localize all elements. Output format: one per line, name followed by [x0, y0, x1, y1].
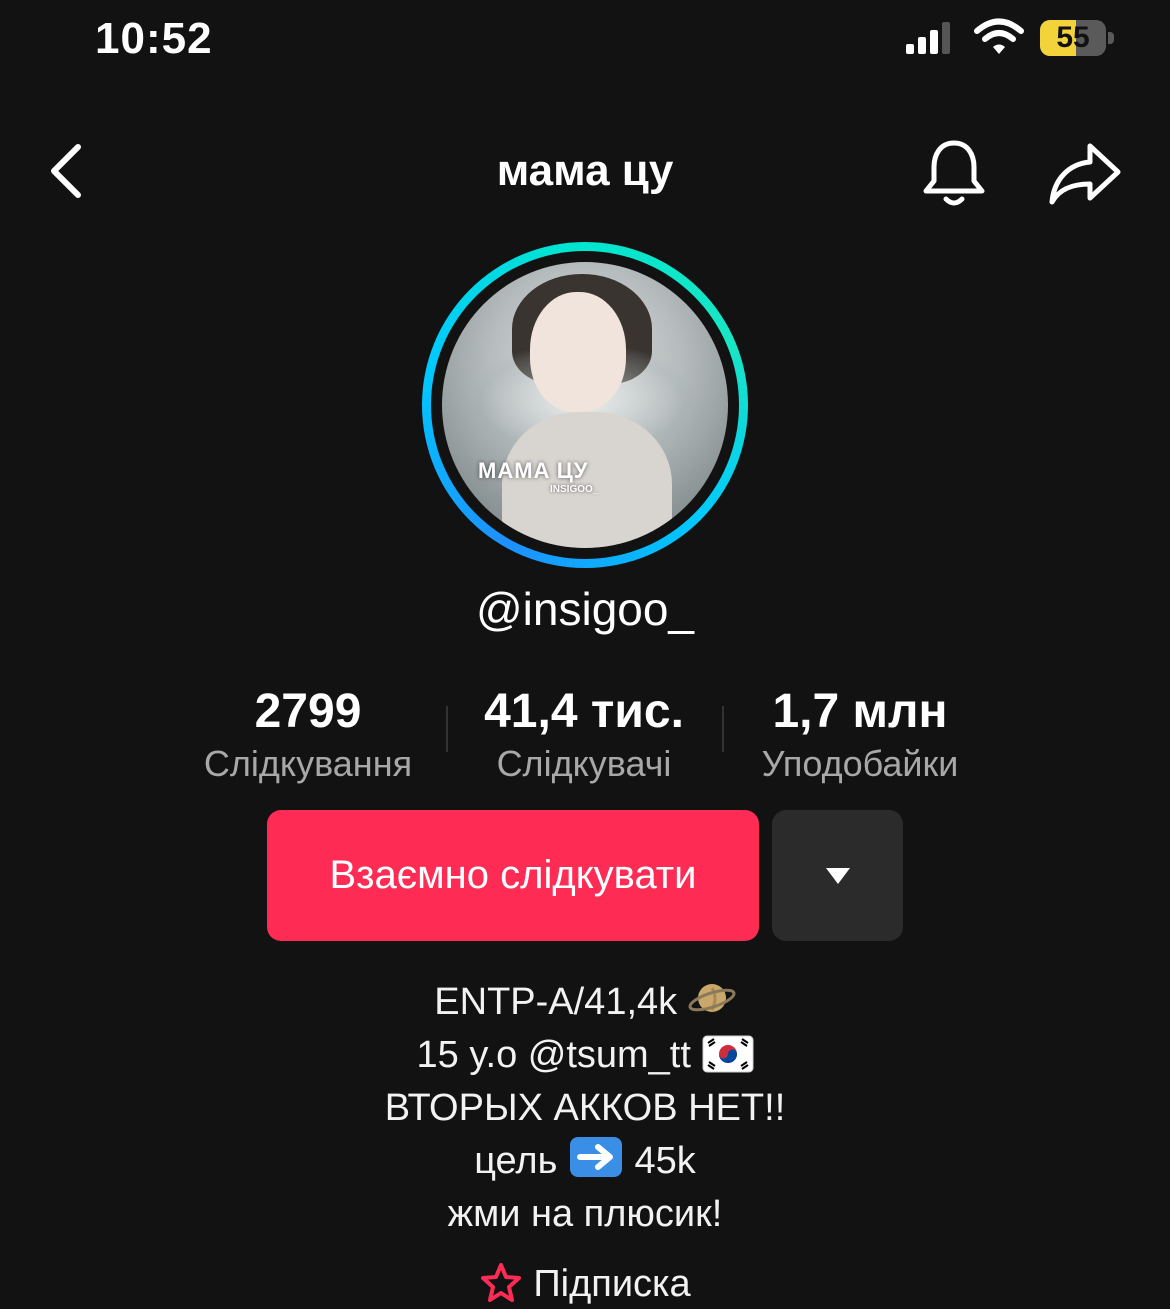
avatar-image: MAMA ЦУ INSIGOO_ — [442, 262, 728, 548]
planet-icon — [688, 984, 736, 1012]
subscription-link[interactable]: Підписка — [0, 1262, 1170, 1306]
profile-bio: ENTP-A/41,4k 15 y.o @tsum_tt ВТОРЫХ АККО… — [0, 976, 1170, 1241]
stat-likes-value: 1,7 млн — [772, 685, 948, 738]
stat-followers-label: Слідкувачі — [496, 743, 672, 784]
cellular-signal-icon — [906, 22, 950, 54]
avatar-overlay-title: MAMA ЦУ — [478, 458, 589, 483]
bio-line-2: 15 y.o @tsum_tt — [416, 1034, 691, 1076]
profile-handle: @insigoo_ — [475, 583, 695, 635]
bio-line-3: ВТОРЫХ АККОВ НЕТ!! — [384, 1087, 786, 1129]
korea-flag-icon — [702, 1035, 753, 1073]
stat-following-label: Слідкування — [203, 743, 413, 784]
status-time: 10:52 — [95, 14, 213, 63]
stat-following-value: 2799 — [254, 685, 362, 738]
avatar[interactable]: MAMA ЦУ INSIGOO_ — [422, 242, 748, 568]
subscription-label: Підписка — [533, 1263, 691, 1305]
wifi-icon — [974, 18, 1024, 54]
bio-line-5: жми на плюсик! — [447, 1193, 723, 1235]
bell-icon[interactable] — [920, 137, 988, 207]
bio-line-4-prefix: цель — [474, 1140, 558, 1182]
battery-percent: 55 — [1056, 21, 1090, 54]
star-icon — [481, 1263, 522, 1302]
share-icon[interactable] — [1048, 140, 1122, 206]
suggestions-dropdown-button[interactable] — [772, 810, 903, 941]
stat-likes[interactable]: 1,7 млн Уподобайки — [710, 684, 1010, 785]
battery-indicator: 55 — [1040, 20, 1116, 58]
bio-line-1: ENTP-A/41,4k — [434, 981, 678, 1023]
avatar-overlay-subtitle: INSIGOO_ — [550, 484, 599, 495]
page-title: мама цу — [496, 146, 674, 195]
chevron-down-icon — [825, 867, 850, 884]
stat-likes-label: Уподобайки — [761, 743, 959, 784]
arrow-right-icon — [569, 1137, 622, 1177]
stat-followers[interactable]: 41,4 тис. Слідкувачі — [434, 684, 734, 785]
follow-back-button[interactable]: Взаємно слідкувати — [267, 810, 759, 941]
stat-following[interactable]: 2799 Слідкування — [158, 684, 458, 785]
bio-line-4-suffix: 45k — [634, 1140, 696, 1182]
stat-followers-value: 41,4 тис. — [484, 685, 684, 738]
